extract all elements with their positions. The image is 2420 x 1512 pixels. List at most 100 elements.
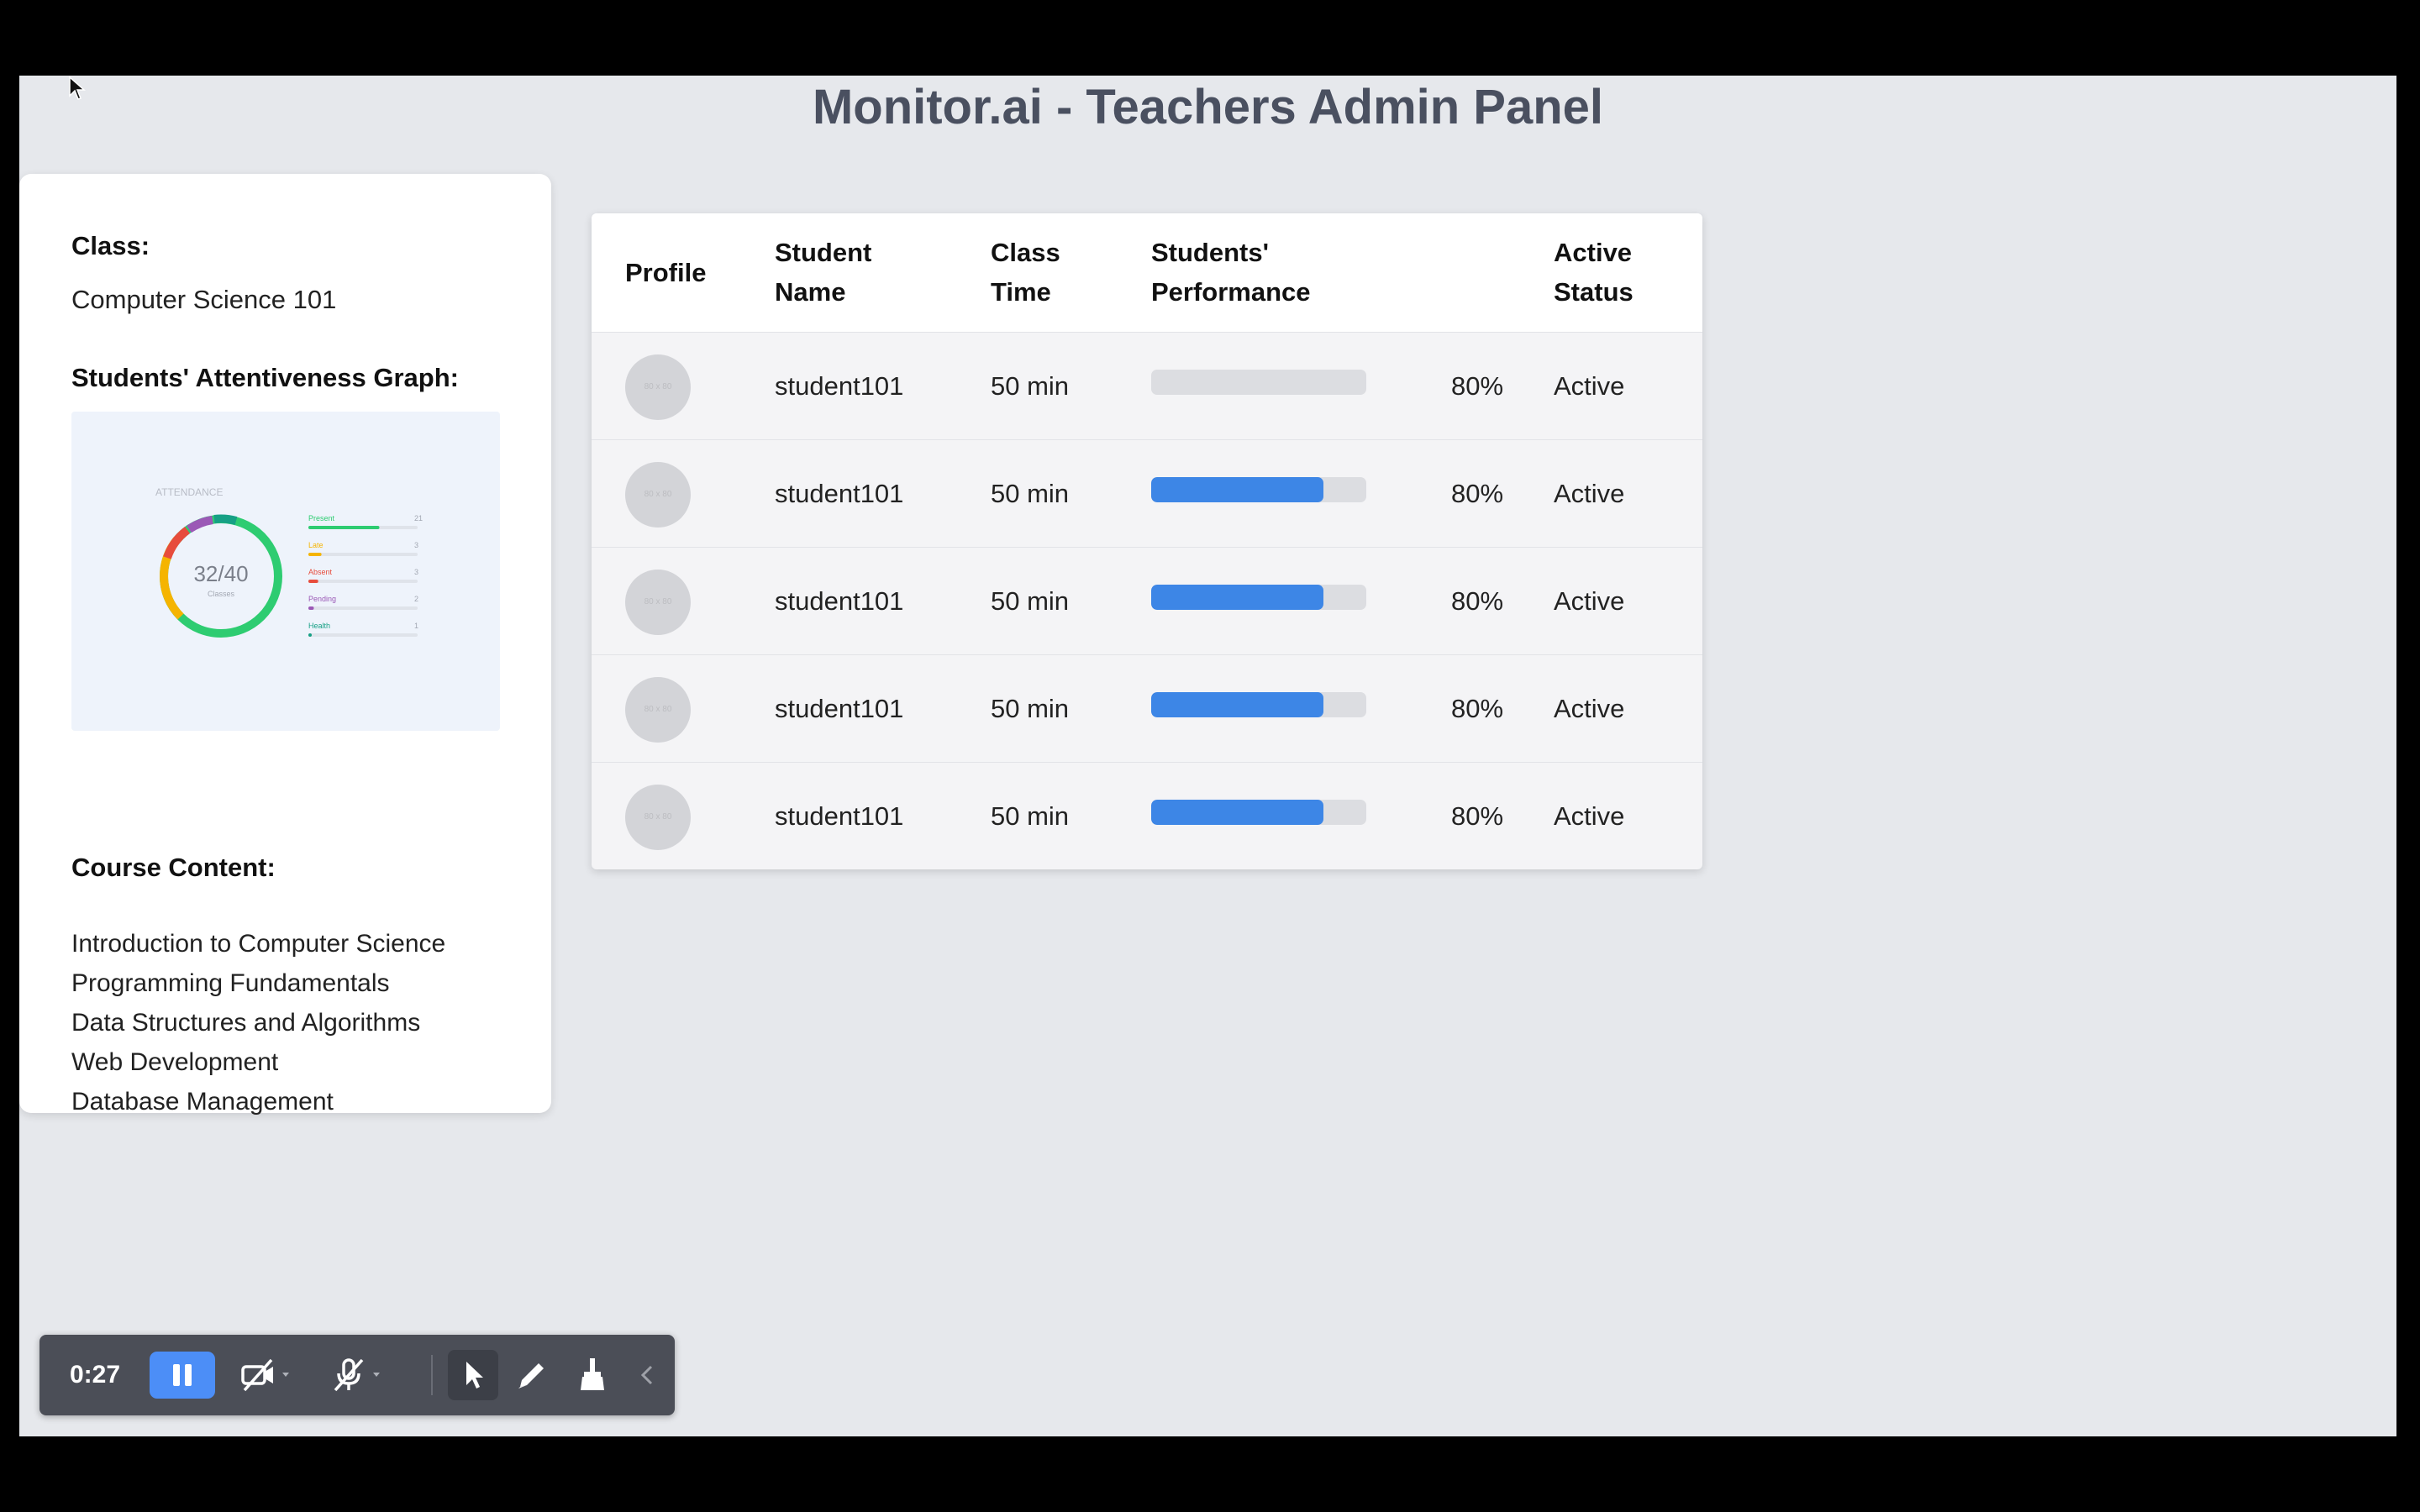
toolbar-divider bbox=[431, 1355, 433, 1395]
page-title: Monitor.ai - Teachers Admin Panel bbox=[812, 80, 1604, 134]
legend-bar-track bbox=[308, 633, 418, 637]
table-row[interactable]: 80 x 80 student101 50 min 80% Active bbox=[592, 547, 1702, 655]
legend-bar-track bbox=[308, 606, 418, 610]
student-avatar: 80 x 80 bbox=[625, 570, 691, 635]
legend-bar-fill bbox=[308, 606, 314, 610]
legend-bar-fill bbox=[308, 580, 318, 583]
class-time: 50 min bbox=[991, 801, 1070, 831]
active-status: Active bbox=[1554, 801, 1625, 831]
students-table: Profile Student Name Class Time Students' P… bbox=[592, 213, 1702, 869]
performance-bar bbox=[1151, 585, 1366, 610]
mic-dropdown-icon[interactable] bbox=[371, 1368, 382, 1380]
chart-heading: ATTENDANCE bbox=[155, 486, 223, 498]
course-list: Introduction to Computer Science Program… bbox=[71, 924, 445, 1121]
class-time: 50 min bbox=[991, 586, 1070, 616]
legend-value: 2 bbox=[414, 595, 418, 603]
legend-item: Late 3 bbox=[308, 541, 418, 556]
course-item: Database Management bbox=[71, 1088, 334, 1116]
header-profile: Profile bbox=[625, 258, 707, 287]
active-status: Active bbox=[1554, 479, 1625, 508]
student-name: student101 bbox=[775, 371, 904, 401]
class-name: Computer Science 101 bbox=[71, 285, 337, 314]
performance-bar-fill bbox=[1151, 800, 1323, 825]
legend-label: Pending bbox=[308, 595, 336, 603]
chart-center-value: 32/40 bbox=[193, 561, 248, 586]
performance-percent: 80% bbox=[1451, 694, 1504, 723]
student-avatar: 80 x 80 bbox=[625, 785, 691, 850]
legend-item: Present 21 bbox=[308, 514, 423, 529]
performance-bar bbox=[1151, 370, 1366, 395]
legend-label: Absent bbox=[308, 568, 333, 576]
legend-label: Health bbox=[308, 622, 330, 630]
legend-bar-fill bbox=[308, 526, 380, 529]
legend-value: 21 bbox=[414, 514, 423, 522]
legend-bar-track bbox=[308, 580, 418, 583]
table-row[interactable]: 80 x 80 student101 50 min 80% Active bbox=[592, 332, 1702, 440]
course-item: Data Structures and Algorithms bbox=[71, 1009, 421, 1037]
mic-off-icon[interactable] bbox=[329, 1355, 369, 1395]
student-name: student101 bbox=[775, 479, 904, 508]
performance-percent: 80% bbox=[1451, 586, 1504, 616]
course-content-label: Course Content: bbox=[71, 853, 276, 882]
legend-value: 1 bbox=[414, 622, 418, 630]
app-viewport: Monitor.ai - Teachers Admin Panel Class:… bbox=[19, 76, 2396, 1436]
attentiveness-graph-label: Students' Attentiveness Graph: bbox=[71, 363, 459, 392]
class-label: Class: bbox=[71, 231, 150, 260]
legend-bar-track bbox=[308, 553, 418, 556]
pen-icon[interactable] bbox=[512, 1355, 552, 1395]
recording-timer: 0:27 bbox=[70, 1361, 121, 1389]
performance-bar bbox=[1151, 800, 1366, 825]
header-student-name: Student Name bbox=[775, 238, 872, 307]
attentiveness-graph: ATTENDANCE 32/40 Classes Present 21 Late 3 A… bbox=[71, 412, 500, 731]
course-item: Web Development bbox=[71, 1048, 279, 1076]
performance-percent: 80% bbox=[1451, 801, 1504, 831]
legend-label: Late bbox=[308, 541, 324, 549]
recording-toolbar: 0:27 bbox=[39, 1335, 675, 1415]
broom-icon[interactable] bbox=[572, 1355, 613, 1395]
attendance-chart: ATTENDANCE 32/40 Classes Present 21Late 3A… bbox=[155, 486, 423, 638]
camera-dropdown-icon[interactable] bbox=[280, 1368, 292, 1380]
course-item: Programming Fundamentals bbox=[71, 969, 390, 997]
student-avatar: 80 x 80 bbox=[625, 462, 691, 528]
class-time: 50 min bbox=[991, 371, 1070, 401]
active-status: Active bbox=[1554, 694, 1625, 723]
pause-icon bbox=[173, 1364, 192, 1386]
legend-value: 3 bbox=[414, 568, 418, 576]
performance-bar bbox=[1151, 477, 1366, 502]
student-avatar: 80 x 80 bbox=[625, 677, 691, 743]
table-row[interactable]: 80 x 80 student101 50 min 80% Active bbox=[592, 439, 1702, 548]
performance-percent: 80% bbox=[1451, 479, 1504, 508]
pointer-tool-button[interactable] bbox=[448, 1350, 498, 1400]
pause-button[interactable] bbox=[150, 1352, 215, 1399]
performance-percent: 80% bbox=[1451, 371, 1504, 401]
active-status: Active bbox=[1554, 586, 1625, 616]
header-active-status: Active Status bbox=[1554, 238, 1634, 307]
collapse-chevron-icon[interactable] bbox=[628, 1355, 668, 1395]
student-name: student101 bbox=[775, 694, 904, 723]
class-info-card: Class: Computer Science 101 Students' At… bbox=[19, 174, 551, 1116]
legend-item: Health 1 bbox=[308, 622, 418, 637]
class-time: 50 min bbox=[991, 694, 1070, 723]
header-class-time: Class Time bbox=[991, 238, 1060, 307]
legend-item: Absent 3 bbox=[308, 568, 418, 583]
student-avatar: 80 x 80 bbox=[625, 354, 691, 420]
chart-center-sub: Classes bbox=[208, 590, 235, 598]
camera-off-icon[interactable] bbox=[238, 1355, 278, 1395]
legend-item: Pending 2 bbox=[308, 595, 418, 610]
student-name: student101 bbox=[775, 586, 904, 616]
performance-bar bbox=[1151, 692, 1366, 717]
legend-bar-fill bbox=[308, 633, 312, 637]
performance-bar-fill bbox=[1151, 585, 1323, 610]
legend-bar-fill bbox=[308, 553, 322, 556]
legend-label: Present bbox=[308, 514, 335, 522]
table-row[interactable]: 80 x 80 student101 50 min 80% Active bbox=[592, 762, 1702, 869]
performance-bar-fill bbox=[1151, 692, 1323, 717]
class-time: 50 min bbox=[991, 479, 1070, 508]
table-header: Profile Student Name Class Time Students' P… bbox=[592, 213, 1702, 332]
chart-legend: Present 21 Late 3 Absent 3 Pending 2 Health 1 bbox=[308, 514, 423, 637]
student-name: student101 bbox=[775, 801, 904, 831]
table-row[interactable]: 80 x 80 student101 50 min 80% Active bbox=[592, 654, 1702, 763]
active-status: Active bbox=[1554, 371, 1625, 401]
course-item: Introduction to Computer Science bbox=[71, 930, 446, 958]
pointer-icon bbox=[466, 1362, 483, 1389]
